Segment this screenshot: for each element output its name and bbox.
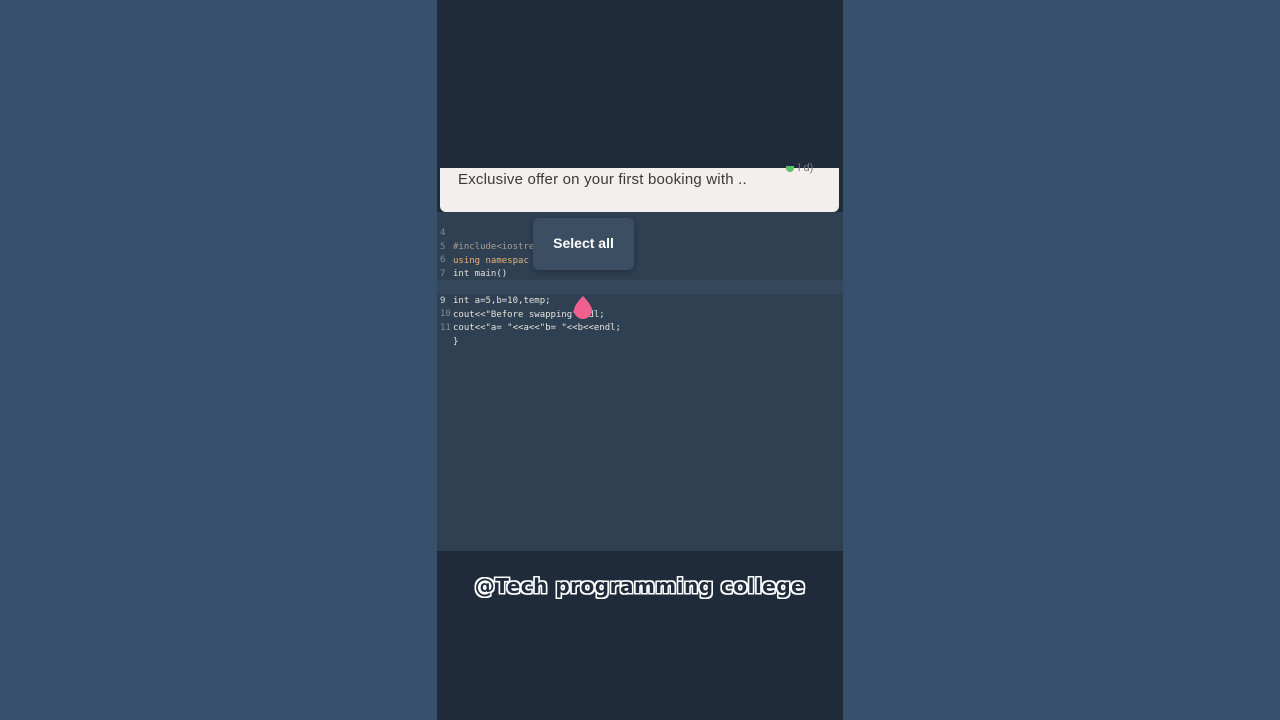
code-line[interactable]: 4 #include<iostre: [437, 212, 843, 252]
code-line[interactable]: 10 cout<<"a= "<<a<<"b= "<<b<<endl;: [437, 293, 843, 333]
ad-status-dot: [786, 166, 794, 172]
top-dark-area: [437, 0, 843, 168]
right-background-panel: [843, 0, 1280, 720]
context-menu-popup: Select all: [533, 218, 634, 270]
code-editor[interactable]: 4 #include<iostre 5 using namespac 6 int…: [437, 212, 843, 551]
channel-watermark: @Tech programming college: [474, 574, 806, 598]
line-number: 11: [440, 323, 451, 333]
code-line[interactable]: 6 int main(): [437, 239, 843, 279]
code-line[interactable]: 5 using namespac: [437, 226, 843, 266]
left-background-panel: [0, 0, 437, 720]
ad-banner[interactable]: l d) Exclusive offer on your first booki…: [440, 162, 839, 212]
ad-text: Exclusive offer on your first booking wi…: [458, 171, 747, 188]
code-line[interactable]: 11 }: [437, 307, 843, 347]
code-line-current[interactable]: 9 cout<<"Before swapping"endl;: [437, 280, 843, 320]
phone-screen: l d) Exclusive offer on your first booki…: [437, 0, 843, 720]
code-text: cout<<"a= "<<a<<"b= "<<b<<endl;: [453, 323, 621, 333]
code-line[interactable]: 8 int a=5,b=10,temp;: [437, 266, 843, 306]
code-text: }: [453, 337, 459, 347]
code-line[interactable]: 7 {: [437, 253, 843, 293]
ad-corner-text: l d): [798, 162, 814, 174]
select-all-button[interactable]: Select all: [533, 235, 634, 251]
text-cursor-handle-icon[interactable]: [572, 295, 594, 319]
